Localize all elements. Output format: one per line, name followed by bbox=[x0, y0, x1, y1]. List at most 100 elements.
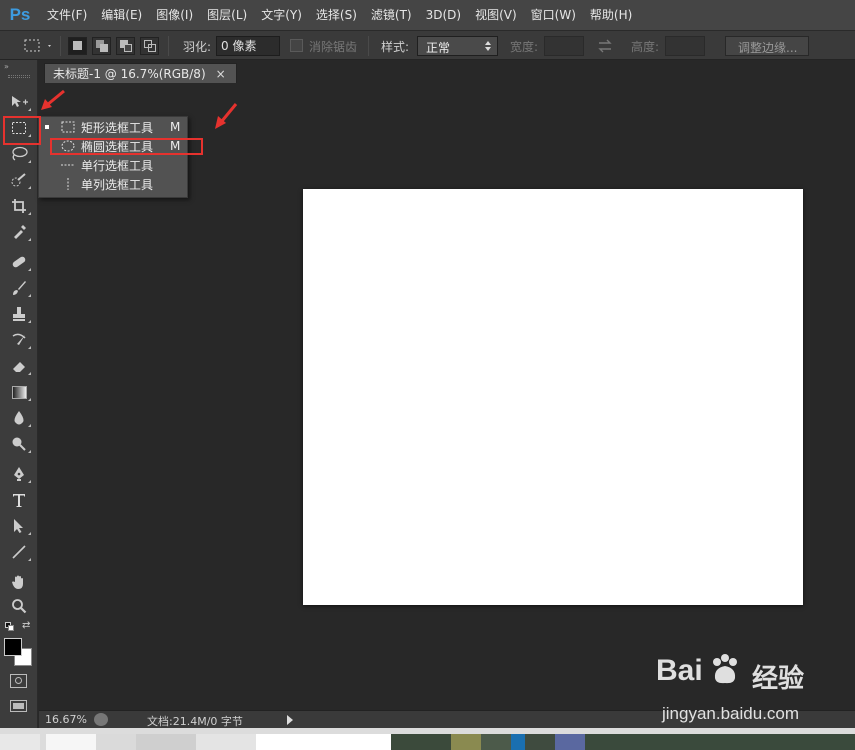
lasso-tool[interactable] bbox=[4, 142, 34, 166]
flyout-item-single-row-marquee[interactable]: 单行选框工具 bbox=[39, 156, 189, 174]
marquee-tool-flyout: 矩形选框工具 M 椭圆选框工具 M 单行选框工具 单列选框工具 bbox=[38, 116, 188, 198]
healing-brush-tool[interactable] bbox=[4, 250, 34, 274]
clone-stamp-tool[interactable] bbox=[4, 302, 34, 326]
height-label: 高度: bbox=[631, 40, 660, 54]
menu-bar: Ps 文件(F) 编辑(E) 图像(I) 图层(L) 文字(Y) 选择(S) 滤… bbox=[0, 0, 855, 30]
eyedropper-icon bbox=[14, 225, 26, 239]
annotation-arrow-icon bbox=[215, 103, 238, 129]
type-tool[interactable] bbox=[4, 488, 34, 512]
stamp-icon bbox=[13, 307, 25, 321]
width-input[interactable] bbox=[544, 36, 584, 56]
subtract-from-selection-button[interactable] bbox=[116, 37, 135, 55]
height-input[interactable] bbox=[665, 36, 705, 56]
menu-type[interactable]: 文字(Y) bbox=[254, 0, 309, 30]
panel-collapse-handle[interactable]: » bbox=[4, 63, 34, 71]
chevron-updown-icon bbox=[485, 41, 491, 51]
watermark-brand-cn: 经验 bbox=[752, 664, 805, 694]
feather-input[interactable]: 0 像素 bbox=[216, 36, 280, 56]
flyout-item-label: 单行选框工具 bbox=[81, 158, 154, 173]
photoshop-logo: Ps bbox=[9, 5, 31, 24]
refine-edge-button[interactable]: 调整边缘... bbox=[725, 36, 809, 56]
swap-dimensions-icon[interactable] bbox=[597, 38, 613, 54]
dodge-icon bbox=[12, 437, 26, 451]
move-tool[interactable] bbox=[4, 90, 34, 114]
pen-icon bbox=[14, 467, 24, 481]
baidu-jingyan-watermark: Bai 经验 jingyan.baidu.com bbox=[656, 654, 816, 724]
annotation-arrow-icon bbox=[41, 89, 65, 110]
taskbar-strip bbox=[0, 728, 855, 750]
status-menu-icon[interactable] bbox=[94, 713, 108, 726]
feather-label: 羽化: bbox=[183, 40, 212, 54]
gradient-tool[interactable] bbox=[4, 380, 34, 404]
menu-window[interactable]: 窗口(W) bbox=[524, 0, 583, 30]
play-arrow-icon[interactable] bbox=[285, 714, 295, 726]
history-brush-tool[interactable] bbox=[4, 328, 34, 352]
magnifier-icon bbox=[12, 599, 27, 614]
flyout-item-single-column-marquee[interactable]: 单列选框工具 bbox=[39, 175, 189, 193]
hand-icon bbox=[12, 575, 23, 589]
menu-select[interactable]: 选择(S) bbox=[309, 0, 364, 30]
document-canvas[interactable] bbox=[303, 189, 803, 605]
separator bbox=[168, 36, 169, 56]
line-tool[interactable] bbox=[4, 540, 34, 564]
flyout-item-label: 矩形选框工具 bbox=[81, 120, 154, 135]
highlight-marquee-tool bbox=[3, 116, 41, 145]
document-tab[interactable]: 未标题-1 @ 16.7%(RGB/8) × bbox=[44, 63, 237, 83]
drop-icon bbox=[14, 411, 24, 425]
lasso-icon bbox=[12, 146, 28, 161]
crop-icon bbox=[12, 199, 26, 213]
pen-tool[interactable] bbox=[4, 462, 34, 486]
refine-edge-label: 调整边缘... bbox=[738, 41, 798, 55]
blur-tool[interactable] bbox=[4, 406, 34, 430]
swap-colors-icon[interactable]: ⇄ bbox=[22, 620, 30, 631]
eraser-tool[interactable] bbox=[4, 354, 34, 378]
quick-mask-button[interactable] bbox=[10, 674, 27, 688]
antialias-checkbox[interactable] bbox=[290, 39, 303, 52]
document-tab-title: 未标题-1 @ 16.7%(RGB/8) bbox=[53, 67, 206, 81]
default-colors-icon[interactable] bbox=[5, 622, 14, 631]
line-icon bbox=[12, 545, 26, 559]
zoom-tool[interactable] bbox=[4, 594, 34, 618]
menu-edit[interactable]: 编辑(E) bbox=[94, 0, 149, 30]
hand-tool[interactable] bbox=[4, 570, 34, 594]
flyout-item-rectangular-marquee[interactable]: 矩形选框工具 M bbox=[39, 118, 189, 136]
panel-grip[interactable] bbox=[8, 75, 30, 78]
crop-tool[interactable] bbox=[4, 194, 34, 218]
close-icon[interactable]: × bbox=[216, 67, 226, 81]
menu-help[interactable]: 帮助(H) bbox=[583, 0, 639, 30]
tools-panel: » ⇄ bbox=[0, 60, 38, 750]
options-bar: 羽化: 0 像素 消除锯齿 样式: 正常 宽度: 高度: 调整边缘... bbox=[0, 30, 855, 60]
new-selection-button[interactable] bbox=[68, 37, 87, 55]
menu-3d[interactable]: 3D(D) bbox=[419, 0, 468, 30]
eyedropper-tool[interactable] bbox=[4, 220, 34, 244]
tool-preset-picker[interactable] bbox=[10, 37, 54, 55]
watermark-url: jingyan.baidu.com bbox=[662, 704, 800, 723]
menu-image[interactable]: 图像(I) bbox=[149, 0, 200, 30]
menu-layer[interactable]: 图层(L) bbox=[200, 0, 254, 30]
quick-selection-tool[interactable] bbox=[4, 168, 34, 192]
intersect-selection-button[interactable] bbox=[140, 37, 159, 55]
add-to-selection-button[interactable] bbox=[92, 37, 111, 55]
bandage-icon bbox=[12, 256, 26, 268]
paw-logo-icon bbox=[713, 654, 737, 684]
screen-mode-button[interactable] bbox=[10, 700, 27, 714]
highlight-ellipse-item bbox=[50, 138, 203, 155]
foreground-color-swatch[interactable] bbox=[4, 638, 22, 656]
dodge-tool[interactable] bbox=[4, 432, 34, 456]
style-select[interactable]: 正常 bbox=[417, 36, 498, 56]
menu-file[interactable]: 文件(F) bbox=[40, 0, 94, 30]
style-label: 样式: bbox=[381, 40, 410, 54]
path-selection-tool[interactable] bbox=[4, 514, 34, 538]
zoom-level[interactable]: 16.67% bbox=[45, 713, 87, 726]
brush-tool[interactable] bbox=[4, 276, 34, 300]
separator bbox=[368, 36, 369, 56]
flyout-item-shortcut: M bbox=[170, 120, 181, 134]
history-brush-icon bbox=[12, 333, 26, 345]
rect-marquee-icon bbox=[24, 39, 51, 52]
single-row-marquee-icon bbox=[61, 164, 75, 166]
watermark-brand: Bai bbox=[656, 654, 703, 687]
menu-filter[interactable]: 滤镜(T) bbox=[364, 0, 419, 30]
brush-icon bbox=[13, 281, 26, 295]
style-value: 正常 bbox=[426, 41, 451, 55]
menu-view[interactable]: 视图(V) bbox=[468, 0, 524, 30]
